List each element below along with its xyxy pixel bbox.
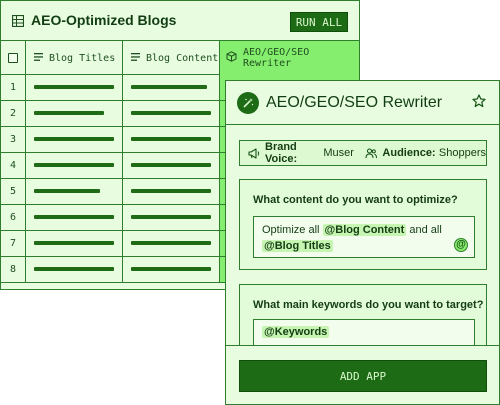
text-placeholder-bar [131, 267, 211, 271]
row-number: 3 [1, 127, 26, 152]
question-label: What main keywords do you want to target… [253, 299, 484, 311]
brand-voice-label: Brand Voice: [265, 141, 298, 165]
lines-icon [131, 52, 140, 64]
text-placeholder-bar [34, 163, 114, 167]
audience-value: Shoppers [438, 147, 486, 159]
text-placeholder-bar [34, 189, 100, 193]
blog-title-cell[interactable] [26, 75, 123, 100]
run-all-button[interactable]: RUN ALL [290, 12, 348, 32]
audience-label: Audience: [382, 147, 436, 159]
row-number: 2 [1, 101, 26, 126]
users-icon [365, 147, 378, 159]
wand-icon [237, 92, 259, 114]
at-icon[interactable]: @ [454, 238, 468, 252]
column-header-rewriter[interactable]: AEO/GEO/SEO Rewriter [220, 41, 359, 75]
add-app-button[interactable]: ADD APP [239, 360, 487, 392]
blog-title-cell[interactable] [26, 257, 123, 282]
blog-title-cell[interactable] [26, 101, 123, 126]
variable-tag-keywords[interactable]: @Keywords [262, 326, 330, 338]
text-placeholder-bar [131, 241, 211, 245]
text-placeholder-bar [131, 189, 211, 193]
text-placeholder-bar [131, 85, 207, 89]
blog-title-cell[interactable] [26, 205, 123, 230]
cube-icon [226, 51, 237, 65]
table-title: AEO-Optimized Blogs [31, 12, 177, 28]
blog-title-cell[interactable] [26, 153, 123, 178]
lines-icon [34, 52, 43, 64]
text-placeholder-bar [131, 137, 211, 141]
row-number: 7 [1, 231, 26, 256]
content-prompt-input[interactable]: Optimize all @Blog Content and all @Blog… [253, 216, 475, 258]
blog-title-cell[interactable] [26, 231, 123, 256]
blog-content-cell[interactable] [123, 75, 220, 100]
star-icon[interactable] [472, 94, 486, 113]
grid-icon [11, 14, 25, 32]
row-number: 1 [1, 75, 26, 100]
prompt-text: and all [409, 224, 442, 236]
megaphone-icon [248, 147, 260, 159]
text-placeholder-bar [34, 111, 104, 115]
select-all-checkbox[interactable] [8, 53, 18, 63]
question-card-content: What content do you want to optimize? Op… [239, 179, 487, 270]
row-number: 8 [1, 257, 26, 282]
blog-title-cell[interactable] [26, 127, 123, 152]
row-number: 5 [1, 179, 26, 204]
text-placeholder-bar [131, 215, 211, 219]
app-header: AEO/GEO/SEO Rewriter [226, 81, 499, 125]
blog-content-cell[interactable] [123, 127, 220, 152]
text-placeholder-bar [34, 85, 114, 89]
prompt-text: Optimize all [262, 224, 320, 236]
question-label: What content do you want to optimize? [253, 194, 458, 206]
text-placeholder-bar [34, 215, 114, 219]
text-placeholder-bar [34, 241, 114, 245]
blog-title-cell[interactable] [26, 179, 123, 204]
column-label: Blog Titles [49, 52, 116, 64]
blog-content-cell[interactable] [123, 153, 220, 178]
column-label: Blog Content [146, 52, 219, 64]
variable-tag-blog-content[interactable]: @Blog Content [322, 224, 407, 236]
rewriter-app-panel: AEO/GEO/SEO Rewriter Brand Voice: Muser … [225, 80, 500, 405]
text-placeholder-bar [131, 111, 211, 115]
text-placeholder-bar [131, 163, 211, 167]
app-footer: ADD APP [226, 345, 499, 404]
column-header-blog-titles[interactable]: Blog Titles [26, 41, 123, 75]
context-bar: Brand Voice: Muser Audience: Shoppers [239, 140, 487, 166]
blog-content-cell[interactable] [123, 205, 220, 230]
text-placeholder-bar [34, 137, 114, 141]
brand-voice-value: Muser [323, 147, 354, 159]
app-title: AEO/GEO/SEO Rewriter [266, 94, 443, 111]
column-header-row: Blog Titles Blog Content AEO/GEO/SEO Rew… [1, 41, 359, 75]
variable-tag-blog-titles[interactable]: @Blog Titles [262, 240, 333, 252]
blog-content-cell[interactable] [123, 231, 220, 256]
select-all-header [1, 41, 26, 75]
row-number: 4 [1, 153, 26, 178]
text-placeholder-bar [34, 267, 114, 271]
table-header: AEO-Optimized Blogs RUN ALL [1, 1, 359, 41]
row-number: 6 [1, 205, 26, 230]
column-label: AEO/GEO/SEO Rewriter [243, 47, 310, 69]
column-header-blog-content[interactable]: Blog Content [123, 41, 220, 75]
blog-content-cell[interactable] [123, 257, 220, 282]
blog-content-cell[interactable] [123, 101, 220, 126]
blog-content-cell[interactable] [123, 179, 220, 204]
